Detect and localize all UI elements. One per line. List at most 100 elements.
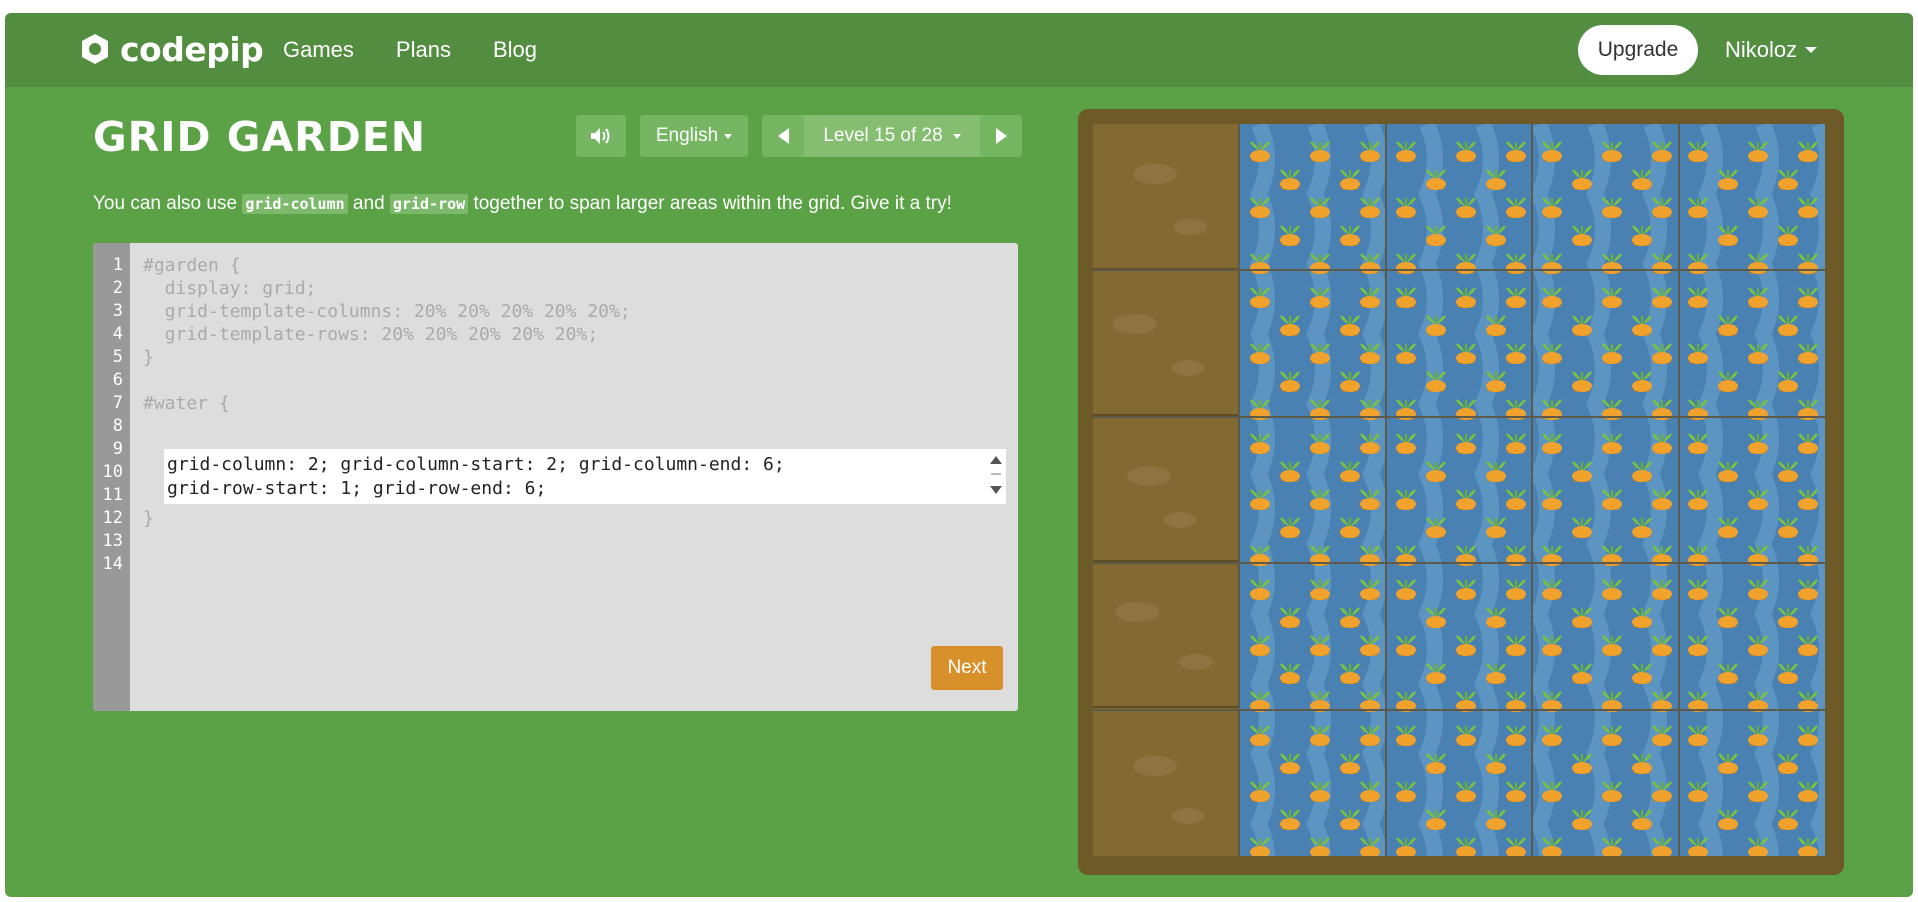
level-select[interactable]: Level 15 of 28 — [804, 115, 980, 157]
scroll-down-icon[interactable] — [990, 486, 1002, 494]
next-button[interactable]: Next — [931, 646, 1003, 690]
carrot-icon — [1632, 225, 1652, 246]
carrot-icon — [1456, 433, 1476, 454]
carrot-icon — [1748, 433, 1768, 454]
carrot-icon — [1572, 315, 1592, 336]
dirt-cell — [1093, 562, 1239, 708]
carrot-icon — [1280, 371, 1300, 392]
dirt-cell — [1093, 416, 1239, 562]
carrot-icon — [1456, 781, 1476, 802]
carrot-icon — [1602, 433, 1622, 454]
carrot-icon — [1396, 287, 1416, 308]
carrot-icon — [1688, 287, 1708, 308]
line-number: 10 — [102, 462, 123, 482]
carrot-icon — [1280, 461, 1300, 482]
carrot-icon — [1456, 197, 1476, 218]
previous-level-button[interactable] — [762, 115, 804, 157]
dirt-cell — [1093, 270, 1239, 416]
carrot-icon — [1426, 753, 1446, 774]
carrot-icon — [1688, 141, 1708, 162]
carrot-icon — [1688, 343, 1708, 364]
carrot-icon — [1456, 287, 1476, 308]
nav-games[interactable]: Games — [283, 37, 354, 63]
carrot-icon — [1250, 837, 1270, 856]
code-line: } — [143, 508, 154, 529]
dirt-cell — [1093, 124, 1239, 270]
carrot-icon — [1456, 343, 1476, 364]
sound-toggle-button[interactable] — [576, 115, 626, 157]
nav-blog[interactable]: Blog — [493, 37, 537, 63]
carrot-icon — [1748, 489, 1768, 510]
carrot-icon — [1688, 433, 1708, 454]
carrot-icon — [1542, 433, 1562, 454]
carrot-icon — [1310, 579, 1330, 600]
carrot-icon — [1250, 197, 1270, 218]
dirt-spot — [1173, 219, 1207, 235]
grid-line — [1677, 124, 1680, 856]
language-select[interactable]: English — [640, 115, 748, 157]
nav-plans[interactable]: Plans — [396, 37, 451, 63]
carrot-icon — [1542, 837, 1562, 856]
carrot-icon — [1542, 343, 1562, 364]
carrot-icon — [1748, 197, 1768, 218]
carrot-icon — [1688, 489, 1708, 510]
carrot-icon — [1340, 753, 1360, 774]
carrot-icon — [1456, 579, 1476, 600]
carrot-icon — [1602, 197, 1622, 218]
carrot-icon — [1602, 781, 1622, 802]
carrot-icon — [1396, 141, 1416, 162]
carrot-icon — [1486, 371, 1506, 392]
dirt-column — [1093, 124, 1239, 856]
carrot-icon — [1688, 725, 1708, 746]
carrot-icon — [1360, 433, 1380, 454]
carrot-icon — [1340, 315, 1360, 336]
line-number: 3 — [112, 301, 123, 321]
line-number: 1 — [112, 255, 123, 275]
code-line: #water { — [143, 393, 230, 414]
carrot-icon — [1632, 315, 1652, 336]
carrot-icon — [1542, 635, 1562, 656]
carrot-icon — [1652, 287, 1672, 308]
logo[interactable]: codepip — [78, 30, 264, 69]
carrot-icon — [1688, 579, 1708, 600]
user-menu[interactable]: Nikoloz — [1725, 37, 1818, 63]
line-number: 6 — [112, 370, 123, 390]
line-number: 7 — [112, 393, 123, 413]
carrot-icon — [1602, 343, 1622, 364]
grid-line — [1093, 708, 1825, 711]
carrot-icon — [1426, 461, 1446, 482]
carrot-icon — [1778, 461, 1798, 482]
carrot-icon — [1632, 371, 1652, 392]
carrot-icon — [1688, 635, 1708, 656]
line-number: 14 — [102, 554, 123, 574]
instructions-text: together to span larger areas within the… — [468, 193, 952, 214]
carrot-icon — [1602, 287, 1622, 308]
dirt-cell — [1093, 708, 1239, 854]
carrot-icon — [1310, 433, 1330, 454]
grid-line — [1093, 269, 1825, 272]
css-input-area[interactable]: grid-column: 2; grid-column-start: 2; gr… — [164, 449, 1006, 504]
scroll-thumb[interactable] — [991, 473, 1001, 475]
carrot-icon — [1486, 517, 1506, 538]
level-label: Level 15 of 28 — [823, 125, 943, 146]
garden-board — [1078, 109, 1844, 875]
scroll-up-icon[interactable] — [990, 456, 1002, 464]
carrot-icon — [1798, 287, 1818, 308]
carrot-icon — [1798, 837, 1818, 856]
carrot-icon — [1456, 141, 1476, 162]
carrot-icon — [1280, 809, 1300, 830]
line-number: 12 — [102, 508, 123, 528]
carrot-icon — [1572, 225, 1592, 246]
carrot-icon — [1506, 489, 1526, 510]
carrot-icon — [1542, 781, 1562, 802]
upgrade-button[interactable]: Upgrade — [1578, 25, 1698, 75]
carrot-icon — [1572, 517, 1592, 538]
next-level-button[interactable] — [980, 115, 1022, 157]
carrot-icon — [1506, 141, 1526, 162]
carrot-icon — [1506, 197, 1526, 218]
line-number: 2 — [112, 278, 123, 298]
carrot-icon — [1798, 489, 1818, 510]
carrot-icon — [1426, 663, 1446, 684]
carrot-icon — [1798, 781, 1818, 802]
carrot-icon — [1486, 461, 1506, 482]
